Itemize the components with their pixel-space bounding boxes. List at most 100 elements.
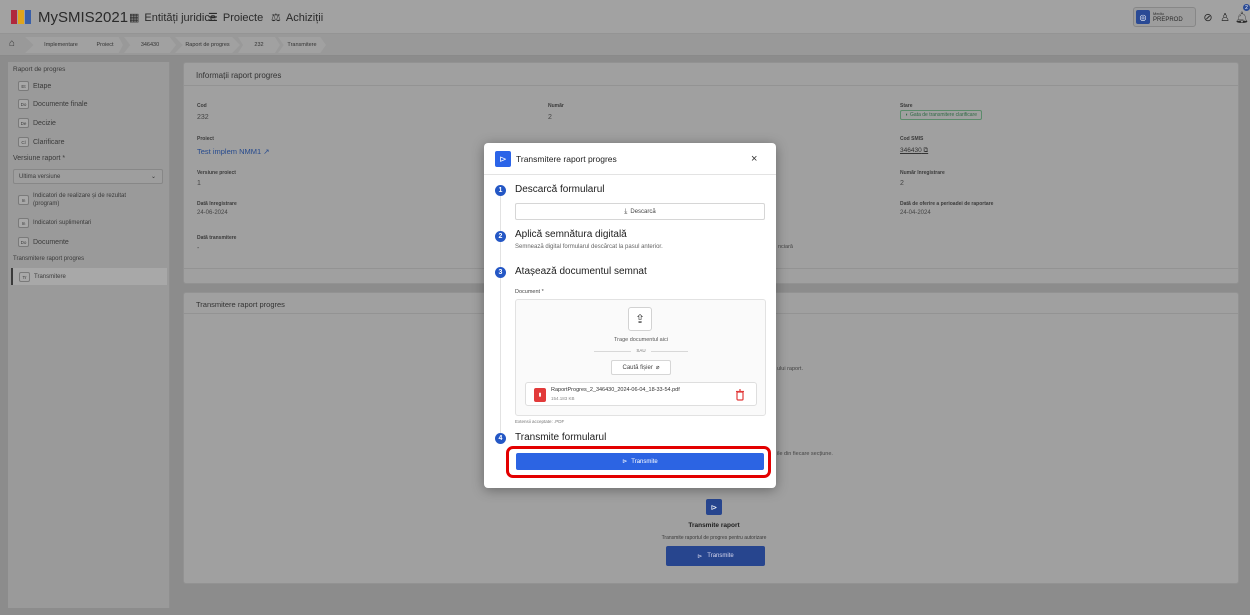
- sidebar-item-icon: Tr: [19, 272, 30, 282]
- field-label: Dată înregistrare: [197, 201, 237, 207]
- sidebar-item-etape[interactable]: Et Etape: [18, 81, 51, 91]
- gavel-icon: ⚖: [271, 12, 281, 24]
- send-tile-title: Transmite raport: [688, 522, 740, 529]
- dropzone-text: Trage documentul aici: [614, 337, 668, 343]
- submit-report-modal: ⊳ Transmitere raport progres × 1 Descarc…: [484, 143, 776, 488]
- field-label: Număr înregistrare: [900, 170, 945, 176]
- nav-entities[interactable]: ▦ Entități juridice: [129, 11, 216, 25]
- field-value: 2: [548, 114, 552, 121]
- upload-icon: ⇪: [628, 307, 652, 331]
- browse-file-button-label: Caută fișier: [622, 364, 653, 371]
- status-badge-label: Gata de transmitere clarificare: [910, 112, 978, 118]
- sidebar-item-label-sub: (program): [33, 201, 60, 207]
- status-dot-icon: ◖: [905, 112, 909, 118]
- delete-file-icon[interactable]: [735, 389, 745, 401]
- breadcrumb: ⌂ Implementare Proiect 346430 Raport de …: [0, 34, 1250, 56]
- notification-count-badge: 2: [1243, 4, 1250, 11]
- sidebar-item-indicatori-suplimentari[interactable]: In Indicatori suplimentari: [18, 218, 91, 228]
- close-icon[interactable]: ×: [751, 153, 757, 165]
- partial-field-text: nciară: [778, 244, 793, 250]
- sidebar-item-documente-finale[interactable]: Do Documente finale: [18, 99, 87, 109]
- field-label: Dată transmitere: [197, 235, 237, 241]
- copy-icon[interactable]: ⧉: [924, 147, 929, 154]
- nav-procurement-label: Achiziții: [285, 11, 324, 24]
- breadcrumb-item[interactable]: 346430: [124, 37, 176, 53]
- partial-text: ile din fiecare secțiune.: [777, 451, 833, 457]
- download-icon: ⤓: [624, 207, 628, 215]
- sidebar-item-label: Documente: [33, 238, 69, 246]
- top-bar: MySMIS2021 ▦ Entități juridice ☰ Proiect…: [0, 0, 1250, 34]
- help-icon[interactable]: ⊘: [1200, 7, 1216, 27]
- step-title: Transmite formularul: [515, 432, 607, 443]
- download-button[interactable]: ⤓ Descarcă: [515, 203, 765, 220]
- sidebar-item-icon: Do: [18, 99, 29, 109]
- sidebar-item-decizie[interactable]: De Decizie: [18, 118, 56, 128]
- version-select[interactable]: Ultima versiune ⌄: [13, 169, 163, 184]
- external-link-icon: ↗: [263, 147, 270, 156]
- nav-entities-label: Entități juridice: [144, 11, 216, 24]
- sidebar-item-icon: De: [18, 118, 29, 128]
- breadcrumb-item[interactable]: Transmitere: [278, 37, 326, 53]
- mysmis-logo-icon: [11, 10, 31, 24]
- sidebar-item-label: Indicatori suplimentari: [33, 220, 92, 226]
- project-link[interactable]: Test implem NMM1 ↗: [197, 147, 270, 156]
- breadcrumb-item[interactable]: Raport de progres: [175, 37, 240, 53]
- sidebar-item-label: Indicatori de realizare și de rezultat: [33, 193, 127, 199]
- chevron-down-icon: ⌄: [150, 174, 156, 180]
- field-value: 232: [197, 114, 209, 121]
- breadcrumb-item[interactable]: Implementare: [25, 37, 97, 53]
- uploaded-file: ▮ RaportProgres_2_346430_2024-06-04_18-3…: [525, 382, 757, 406]
- highlight-annotation: [506, 446, 771, 478]
- user-icon[interactable]: ♙: [1218, 7, 1232, 27]
- paperclip-icon: ⌀: [655, 365, 660, 371]
- environment-selector[interactable]: ◎ Mediu PREPROD: [1133, 7, 1196, 27]
- send-tile-icon: ⊳: [706, 499, 722, 515]
- step-number: 4: [495, 433, 506, 444]
- version-select-label: Versiune raport *: [13, 155, 66, 162]
- building-icon: ▦: [129, 12, 140, 24]
- field-label: Cod SMIS: [900, 136, 924, 142]
- smis-code-link[interactable]: 346430 ⧉: [900, 147, 928, 155]
- send-report-button-label: Transmite: [707, 553, 734, 559]
- list-icon: ☰: [208, 12, 218, 24]
- document-field-label: Document *: [515, 289, 544, 295]
- document-dropzone[interactable]: ⇪ Trage documentul aici SAU Caută fișier…: [515, 299, 766, 416]
- breadcrumb-item[interactable]: 232: [238, 37, 280, 53]
- field-value: -: [197, 245, 200, 252]
- send-icon: ⊳: [697, 553, 703, 560]
- sidebar-item-label: Etape: [33, 82, 52, 90]
- nav-procurement[interactable]: ⚖ Achiziții: [271, 11, 324, 25]
- nav-projects[interactable]: ☰ Proiecte: [208, 11, 264, 25]
- browse-file-button[interactable]: Caută fișier ⌀: [611, 360, 671, 375]
- step-number: 2: [495, 231, 506, 242]
- partial-text: ului raport.: [777, 366, 803, 372]
- sidebar-item-label: Transmitere: [34, 274, 66, 280]
- send-icon: ⊳: [495, 151, 511, 167]
- sidebar-section-title: Raport de progres: [13, 66, 66, 73]
- sidebar-item-label: Clarificare: [33, 138, 65, 146]
- step-number: 3: [495, 267, 506, 278]
- send-report-button[interactable]: ⊳ Transmite: [666, 546, 765, 566]
- info-card-title: Informații raport progres: [196, 71, 282, 80]
- sidebar-item-indicatori-program[interactable]: In Indicatori de realizare și de rezulta…: [18, 192, 126, 208]
- sidebar-item-documente[interactable]: Do Documente: [18, 237, 69, 247]
- sidebar-submit-section-title: Transmitere raport progres: [13, 256, 85, 262]
- nav-projects-label: Proiecte: [222, 11, 264, 24]
- sidebar-item-icon: Cl: [18, 137, 29, 147]
- uploaded-file-size: 154.183 KB: [551, 396, 575, 401]
- project-link-label: Test implem NMM1: [197, 147, 262, 156]
- submit-card-title: Transmitere raport progres: [196, 300, 285, 309]
- breadcrumb-item[interactable]: Proiect: [87, 37, 123, 53]
- sidebar-item-clarificare[interactable]: Cl Clarificare: [18, 137, 65, 147]
- field-label: Proiect: [197, 136, 214, 142]
- sidebar-item-transmitere[interactable]: Tr Transmitere: [11, 268, 167, 285]
- home-icon[interactable]: ⌂: [9, 38, 15, 49]
- sidebar-item-icon: In: [18, 195, 29, 205]
- sidebar-item-icon: Et: [18, 81, 29, 91]
- version-select-value: Ultima versiune: [19, 174, 61, 180]
- field-value: 1: [197, 180, 201, 187]
- pdf-file-icon: ▮: [534, 388, 546, 402]
- field-value: 2: [900, 180, 904, 187]
- modal-title: Transmitere raport progres: [516, 154, 617, 164]
- app-title[interactable]: MySMIS2021: [38, 9, 128, 26]
